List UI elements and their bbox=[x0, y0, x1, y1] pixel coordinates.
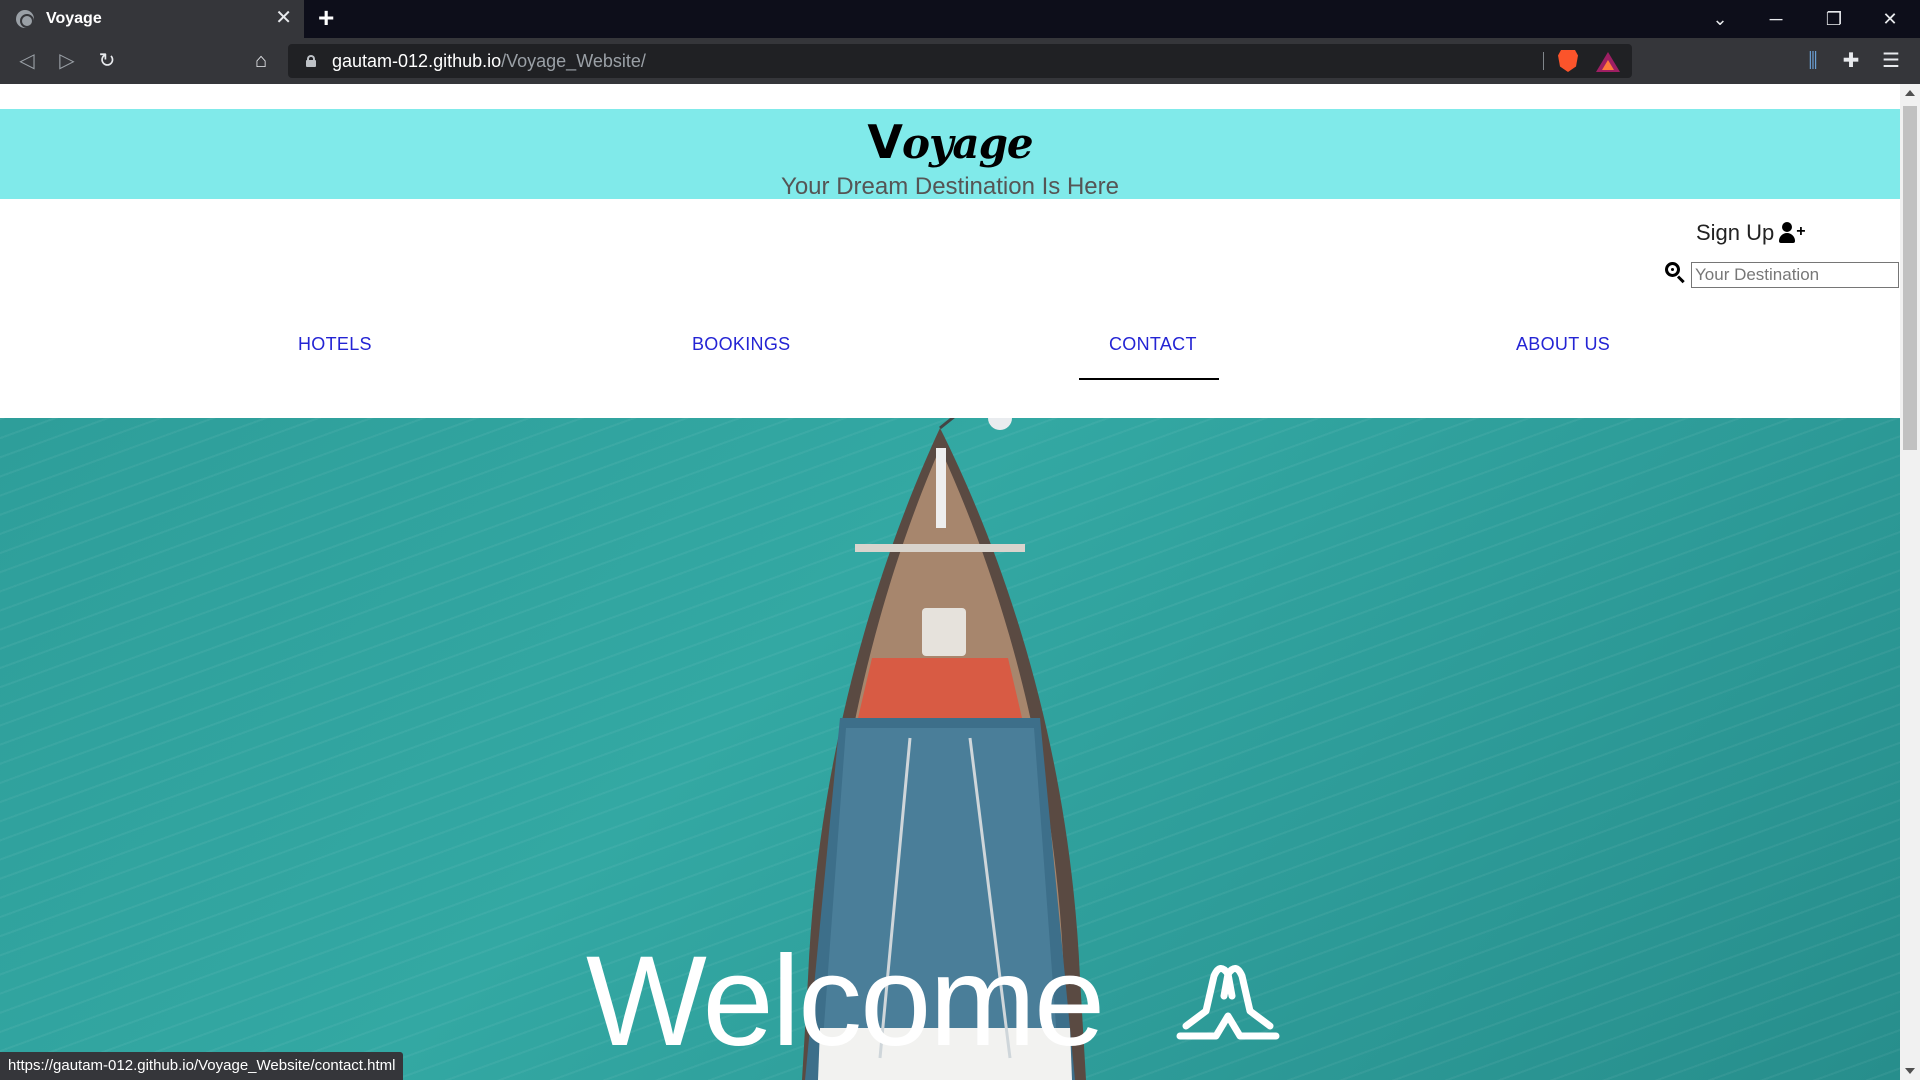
lock-icon bbox=[306, 55, 316, 67]
link-status-bubble: https://gautam-012.github.io/Voyage_Webs… bbox=[0, 1052, 404, 1080]
main-nav: HOTELS BOOKINGS CONTACT ABOUT US bbox=[0, 334, 1900, 364]
site-tagline: Your Dream Destination Is Here bbox=[781, 173, 1119, 200]
minimize-button[interactable]: ─ bbox=[1748, 0, 1804, 38]
sidebar-icon[interactable]: ⫼ bbox=[1800, 48, 1826, 74]
tab-close-icon[interactable]: ✕ bbox=[275, 8, 292, 28]
forward-icon[interactable]: ▷ bbox=[54, 48, 80, 74]
welcome-heading: Welcome bbox=[586, 930, 1105, 1073]
menu-icon[interactable]: ☰ bbox=[1878, 48, 1904, 74]
nav-link-about-us[interactable]: ABOUT US bbox=[1516, 334, 1610, 355]
sign-up-label: Sign Up bbox=[1696, 220, 1775, 245]
bookmark-icon[interactable]: ⌂ bbox=[248, 48, 274, 74]
restore-button[interactable]: ❐ bbox=[1806, 0, 1862, 38]
nav-link-bookings[interactable]: BOOKINGS bbox=[692, 334, 790, 355]
destination-search-input[interactable] bbox=[1691, 262, 1899, 288]
nav-link-hotels[interactable]: HOTELS bbox=[298, 334, 372, 355]
scroll-up-arrow[interactable] bbox=[1905, 90, 1915, 96]
site-header-banner: Voyage Your Dream Destination Is Here bbox=[0, 109, 1900, 200]
reload-icon[interactable]: ↻ bbox=[94, 48, 120, 74]
brave-rewards-icon[interactable] bbox=[1596, 52, 1620, 72]
scroll-thumb[interactable] bbox=[1903, 106, 1917, 450]
brave-shields-icon[interactable] bbox=[1558, 50, 1578, 72]
page-scrollbar[interactable] bbox=[1900, 84, 1920, 1080]
sign-up-link[interactable]: Sign Up + bbox=[1696, 220, 1806, 246]
address-bar[interactable]: gautam-012.github.io/Voyage_Website/ bbox=[288, 44, 1632, 78]
user-plus-icon: + bbox=[1779, 222, 1806, 244]
search-icon[interactable] bbox=[1665, 262, 1685, 284]
scroll-down-arrow[interactable] bbox=[1905, 1068, 1915, 1074]
praying-hands-icon bbox=[1176, 965, 1280, 1040]
site-logo[interactable]: Voyage bbox=[0, 115, 1900, 169]
page-viewport: Voyage Your Dream Destination Is Here Si… bbox=[0, 84, 1900, 1080]
close-window-button[interactable]: ✕ bbox=[1862, 0, 1918, 38]
globe-icon bbox=[16, 10, 34, 28]
new-tab-button[interactable]: + bbox=[318, 4, 334, 32]
hero-section: Welcome bbox=[0, 418, 1900, 1080]
browser-tab-strip: Voyage ✕ + ⌄ ─ ❐ ✕ bbox=[0, 0, 1920, 38]
tab-title: Voyage bbox=[46, 10, 102, 27]
nav-active-underline bbox=[1079, 378, 1219, 380]
back-icon[interactable]: ◁ bbox=[14, 48, 40, 74]
browser-toolbar: ◁ ▷ ↻ ⌂ gautam-012.github.io/Voyage_Webs… bbox=[0, 38, 1920, 84]
omnibox-divider bbox=[1543, 52, 1544, 70]
tab-search-icon[interactable]: ⌄ bbox=[1692, 0, 1748, 38]
nav-link-contact[interactable]: CONTACT bbox=[1109, 334, 1197, 355]
extensions-icon[interactable]: ✚ bbox=[1838, 48, 1864, 74]
url-text: gautam-012.github.io/Voyage_Website/ bbox=[332, 50, 646, 71]
browser-tab[interactable]: Voyage ✕ bbox=[0, 0, 304, 38]
